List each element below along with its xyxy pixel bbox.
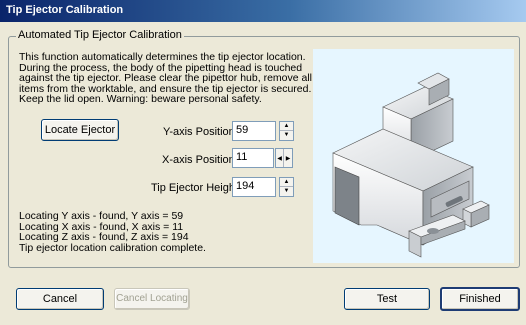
tip-height-spinner[interactable]: ▲ ▼ xyxy=(279,177,294,197)
tip-height-input[interactable]: 194 xyxy=(232,177,276,197)
status-line: Tip ejector location calibration complet… xyxy=(19,241,206,254)
tip-ejector-illustration xyxy=(313,49,514,263)
description-line: Keep the lid open. Warning: beware perso… xyxy=(19,93,262,105)
spin-down-icon[interactable]: ▼ xyxy=(280,131,293,140)
automated-calibration-group: Automated Tip Ejector Calibration This f… xyxy=(8,29,520,268)
tip-height-label: Tip Ejector Height xyxy=(151,182,239,194)
description-line: against the tip ejector. Please clear th… xyxy=(19,72,313,84)
x-axis-label: X-axis Position xyxy=(162,154,235,166)
description-line: This function automatically determines t… xyxy=(19,51,306,63)
spin-down-icon[interactable]: ▼ xyxy=(280,187,293,196)
pipetting-head-diagram xyxy=(332,72,490,258)
x-axis-input[interactable]: 11 xyxy=(232,148,274,168)
y-axis-spinner[interactable]: ▲ ▼ xyxy=(279,121,294,141)
y-axis-label: Y-axis Position xyxy=(163,126,235,138)
spin-up-icon[interactable]: ▲ xyxy=(280,178,293,187)
spin-right-icon[interactable]: ▶ xyxy=(284,149,292,167)
tip-ejector-calibration-dialog: Tip Ejector Calibration Automated Tip Ej… xyxy=(0,0,526,325)
cancel-button[interactable]: Cancel xyxy=(16,288,104,310)
status-line: Locating Y axis - found, Y axis = 59 xyxy=(19,210,184,222)
spin-up-icon[interactable]: ▲ xyxy=(280,122,293,131)
status-line: Locating Z axis - found, Z axis = 194 xyxy=(19,231,189,243)
y-axis-input[interactable]: 59 xyxy=(232,121,276,141)
group-legend: Automated Tip Ejector Calibration xyxy=(16,29,184,41)
finished-button[interactable]: Finished xyxy=(440,287,520,311)
test-button[interactable]: Test xyxy=(344,288,430,310)
window-title: Tip Ejector Calibration xyxy=(0,0,526,22)
status-log: Locating Y axis - found, Y axis = 59 Loc… xyxy=(19,211,206,253)
description-text: This function automatically determines t… xyxy=(19,51,313,105)
locate-ejector-button[interactable]: Locate Ejector xyxy=(41,119,119,141)
x-axis-spinner[interactable]: ◀ ▶ xyxy=(275,148,293,168)
spin-left-icon[interactable]: ◀ xyxy=(276,149,284,167)
cancel-locating-button[interactable]: Cancel Locating xyxy=(114,288,190,310)
